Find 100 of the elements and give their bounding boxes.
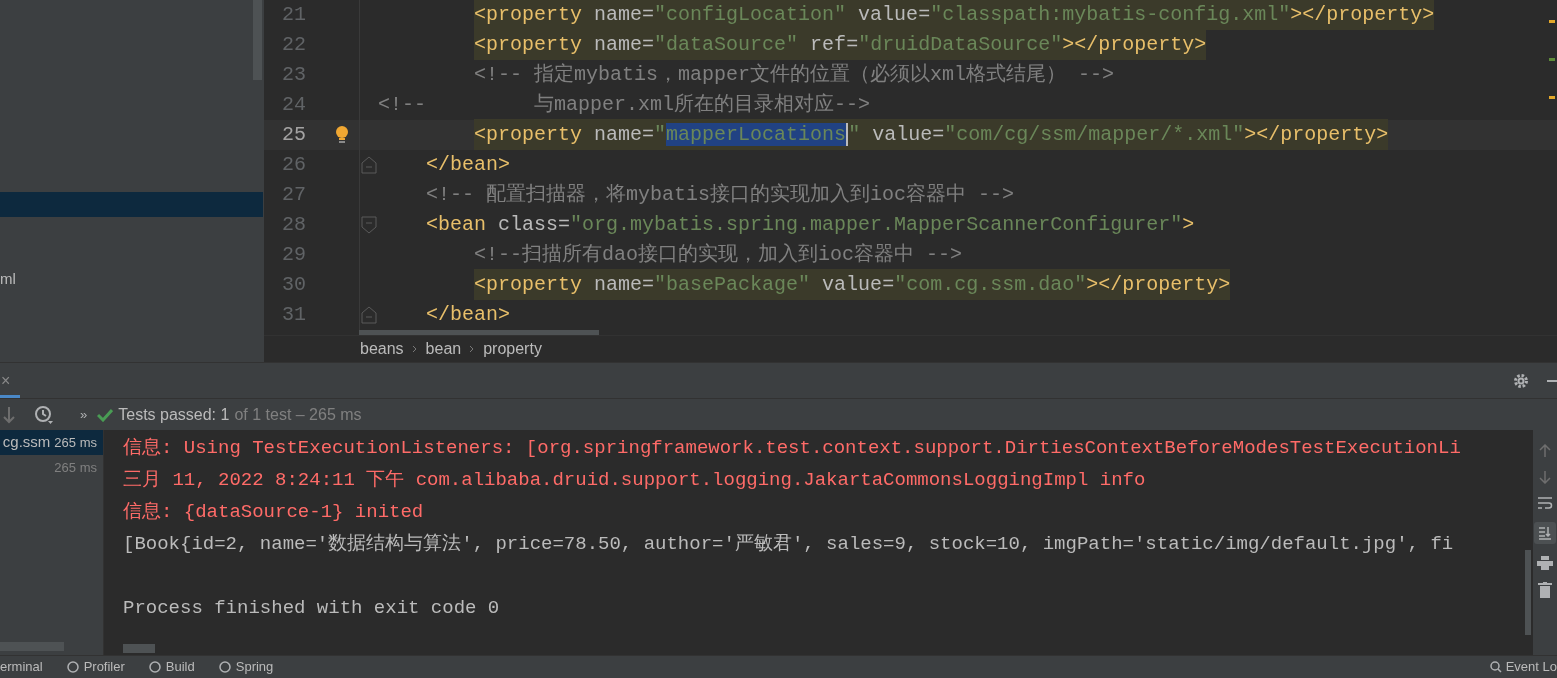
test-summary: of 1 test – 265 ms	[234, 404, 362, 425]
breadcrumb[interactable]: bean	[425, 337, 462, 361]
code-token: value	[857, 3, 919, 26]
test-tree-item[interactable]: cg.ssm 265 ms	[0, 430, 103, 455]
overflow-icon[interactable]: »	[80, 404, 88, 425]
trash-icon[interactable]	[1538, 582, 1552, 598]
code-token: </bean>	[426, 153, 511, 176]
minimize-icon[interactable]	[1547, 379, 1557, 382]
tool-tab[interactable]: Profiler	[66, 657, 125, 677]
lightbulb-icon[interactable]	[334, 125, 349, 145]
code-token: =	[882, 273, 895, 296]
tool-tab[interactable]: Build	[148, 657, 195, 677]
line-number: 27	[281, 182, 307, 208]
breadcrumb[interactable]: beans	[360, 337, 404, 361]
code-token: =	[642, 273, 655, 296]
code-token: <property	[474, 3, 583, 26]
clock-icon[interactable]	[34, 404, 54, 425]
scrollbar-thumb[interactable]	[1525, 550, 1531, 635]
code-token: mapperLocations	[666, 123, 849, 146]
console-line: 信息: Using TestExecutionListeners: [org.springframework.test.context.support.DirtiesContextBeforeModesTestExecutionLi	[123, 435, 1462, 461]
code-token: class	[497, 213, 559, 236]
code-token: =	[918, 3, 931, 26]
code-token: <property	[474, 123, 583, 146]
fold-marker-icon[interactable]	[360, 156, 377, 174]
code-token: ref	[809, 33, 847, 56]
line-number: 28	[281, 212, 307, 238]
tool-tab[interactable]: Event Lo	[1489, 657, 1557, 677]
line-number: 22	[281, 32, 307, 58]
code-token: name	[593, 3, 643, 26]
code-token: "classpath:mybatis-config.xml"	[930, 3, 1291, 26]
code-token: "com/cg/ssm/mapper/*.xml"	[944, 123, 1245, 146]
code-token: ></property>	[1086, 273, 1231, 296]
project-tree-item[interactable]: ml	[0, 267, 264, 292]
code-token: =	[932, 123, 945, 146]
scrollbar-thumb[interactable]	[123, 644, 155, 653]
code-token: <bean	[426, 213, 487, 236]
code-token: ></property>	[1244, 123, 1389, 146]
tool-icon	[66, 661, 79, 673]
code-token: "	[654, 123, 667, 146]
change-marker	[1549, 96, 1555, 99]
fold-marker-icon[interactable]	[360, 216, 377, 234]
breadcrumb[interactable]: property	[483, 337, 542, 361]
tool-icon	[148, 661, 161, 673]
line-number: 24	[281, 92, 307, 118]
scroll-to-end-icon	[1538, 526, 1552, 540]
search-icon	[1489, 661, 1502, 673]
console-line: [Book{id=2, name='数据结构与算法', price=78.50, author='严敏君', sales=9, stock=10, imgPath='static/img/default.jpg', fi	[123, 531, 1455, 557]
code-token: value	[821, 273, 883, 296]
change-marker	[1549, 20, 1555, 23]
code-comment: <!-- 指定mybatis，mapper文件的位置（必须以xml格式结尾） -->	[474, 63, 1115, 86]
code-token: <property	[474, 33, 583, 56]
scroll-to-end-button[interactable]	[1534, 522, 1556, 544]
code-token: =	[642, 123, 655, 146]
down-arrow-icon[interactable]	[2, 405, 16, 424]
print-icon[interactable]	[1537, 556, 1553, 570]
code-token: >	[1182, 213, 1195, 236]
change-marker	[1549, 58, 1555, 61]
code-comment: <!--扫描所有dao接口的实现，加入到ioc容器中 -->	[474, 243, 963, 266]
code-token: name	[593, 33, 643, 56]
fold-marker-icon[interactable]	[360, 306, 377, 324]
code-token: name	[593, 273, 643, 296]
line-number: 26	[281, 152, 307, 178]
code-token: <property	[474, 273, 583, 296]
code-token: "druidDataSource"	[858, 33, 1063, 56]
line-number: 30	[281, 272, 307, 298]
line-number: 31	[281, 302, 307, 328]
chevron-icon	[411, 345, 418, 353]
code-token: value	[871, 123, 933, 146]
up-arrow-icon[interactable]	[1539, 444, 1551, 458]
down-arrow-icon[interactable]	[1539, 470, 1551, 484]
console-line: Process finished with exit code 0	[123, 595, 501, 621]
settings-icon[interactable]	[1513, 372, 1529, 389]
line-number: 21	[281, 2, 307, 28]
close-icon[interactable]: ×	[0, 368, 11, 393]
code-token: ></property>	[1290, 3, 1435, 26]
code-token: =	[558, 213, 571, 236]
tool-icon	[218, 661, 231, 673]
code-token: ></property>	[1062, 33, 1207, 56]
code-comment: <!-- 与mapper.xml所在的目录相对应-->	[378, 93, 871, 116]
code-comment: <!-- 配置扫描器，将mybatis接口的实现加入到ioc容器中 -->	[426, 183, 1015, 206]
code-token: "dataSource"	[654, 33, 799, 56]
code-token: =	[642, 3, 655, 26]
tool-tab[interactable]: Spring	[218, 657, 274, 677]
code-token: =	[846, 33, 859, 56]
code-token: name	[593, 123, 643, 146]
scrollbar-thumb[interactable]	[359, 330, 599, 335]
code-token: "com.cg.ssm.dao"	[894, 273, 1087, 296]
code-token: "configLocation"	[654, 3, 847, 26]
line-number: 25	[281, 122, 307, 148]
wrap-icon[interactable]	[1537, 496, 1553, 510]
console-line: 三月 11, 2022 8:24:11 下午 com.alibaba.druid.support.logging.JakartaCommonsLoggingImpl info	[123, 467, 1147, 493]
code-token: "	[848, 123, 861, 146]
code-token: "basePackage"	[654, 273, 811, 296]
check-icon	[97, 407, 114, 422]
code-token: </bean>	[426, 303, 511, 326]
tool-tab[interactable]: erminal	[0, 657, 43, 677]
line-number: 29	[281, 242, 307, 268]
console-line: 信息: {dataSource-1} inited	[123, 499, 425, 525]
chevron-icon	[469, 345, 476, 353]
code-token: =	[642, 33, 655, 56]
